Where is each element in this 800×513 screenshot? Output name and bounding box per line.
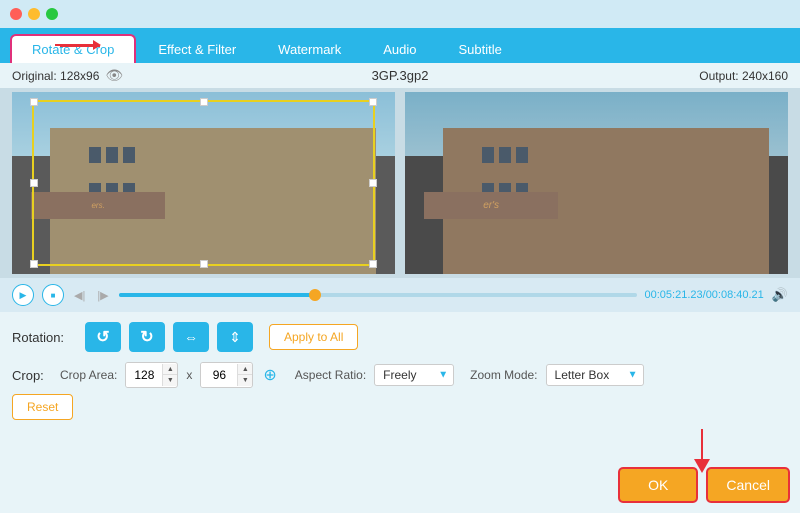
output-size: Output: 240x160 xyxy=(529,69,788,83)
playback-bar: ▶ ■ ◀| |▶ 00:05:21.23/00:08:40.21 🔊 xyxy=(0,278,800,312)
stop-button[interactable]: ■ xyxy=(42,284,64,306)
minimize-button[interactable] xyxy=(28,8,40,20)
cancel-button[interactable]: Cancel xyxy=(706,467,790,503)
crop-width-down[interactable]: ▼ xyxy=(163,375,177,386)
crop-handle-ml[interactable] xyxy=(30,179,38,187)
timeline-thumb[interactable] xyxy=(309,289,321,301)
zoom-mode-label: Zoom Mode: xyxy=(470,368,537,382)
play-icon: ▶ xyxy=(20,290,27,301)
rotation-label: Rotation: xyxy=(12,330,77,345)
flip-h-icon: ⇔ xyxy=(184,329,198,345)
crop-handle-mr[interactable] xyxy=(369,179,377,187)
crop-handle-br[interactable] xyxy=(369,260,377,268)
crop-handle-bm[interactable] xyxy=(200,260,208,268)
window-controls xyxy=(10,8,58,20)
reset-button[interactable]: Reset xyxy=(12,394,73,420)
preview-left: ers. xyxy=(12,92,395,274)
aspect-ratio-wrap: Freely 16:9 4:3 1:1 ▼ xyxy=(374,364,454,386)
stop-icon: ■ xyxy=(51,291,56,300)
next-frame-button[interactable]: |▶ xyxy=(95,287,110,304)
preview-area: ers. er's xyxy=(0,88,800,278)
tab-audio[interactable]: Audio xyxy=(363,36,436,63)
maximize-button[interactable] xyxy=(46,8,58,20)
crop-handle-tl[interactable] xyxy=(30,98,38,106)
zoom-mode-select[interactable]: Letter Box Pan & Scan Full xyxy=(546,364,644,386)
flip-v-icon: ⇕ xyxy=(229,329,241,346)
crop-handle-tm[interactable] xyxy=(200,98,208,106)
crop-width-input-wrap: ▲ ▼ xyxy=(125,362,178,388)
rotate-left-button[interactable]: ↺ xyxy=(85,322,121,352)
rotate-left-icon: ↺ xyxy=(96,327,109,347)
time-display: 00:05:21.23/00:08:40.21 xyxy=(645,289,764,301)
crop-width-input[interactable] xyxy=(126,363,162,387)
bottom-area: OK Cancel xyxy=(0,433,800,513)
prev-frame-button[interactable]: ◀| xyxy=(72,287,87,304)
controls-area: Rotation: ↺ ↻ ⇔ ⇕ Apply to All Crop: Cro… xyxy=(0,312,800,430)
arrow-indicator xyxy=(694,429,710,473)
rotate-right-icon: ↻ xyxy=(140,327,153,347)
tab-bar: Rotate & Crop Effect & Filter Watermark … xyxy=(0,28,800,63)
crop-overlay xyxy=(32,100,375,266)
zoom-mode-wrap: Letter Box Pan & Scan Full ▼ xyxy=(546,364,644,386)
crop-height-input[interactable] xyxy=(201,363,237,387)
title-bar xyxy=(0,0,800,28)
crop-width-spinner: ▲ ▼ xyxy=(162,364,177,386)
timeline-fill xyxy=(119,293,316,297)
apply-to-all-button[interactable]: Apply to All xyxy=(269,324,358,350)
filename: 3GP.3gp2 xyxy=(271,68,530,83)
center-icon[interactable]: ⊕ xyxy=(261,363,278,387)
crop-label: Crop: xyxy=(12,368,52,383)
play-button[interactable]: ▶ xyxy=(12,284,34,306)
timeline-track[interactable] xyxy=(119,293,637,297)
close-button[interactable] xyxy=(10,8,22,20)
crop-height-input-wrap: ▲ ▼ xyxy=(200,362,253,388)
video-info-bar: Original: 128x96 👁 3GP.3gp2 Output: 240x… xyxy=(0,63,800,88)
tab-effect-filter[interactable]: Effect & Filter xyxy=(138,36,256,63)
tab-watermark[interactable]: Watermark xyxy=(258,36,361,63)
preview-right: er's xyxy=(405,92,788,274)
rotate-right-button[interactable]: ↻ xyxy=(129,322,165,352)
arrow-shaft xyxy=(701,429,703,459)
crop-handle-tr[interactable] xyxy=(369,98,377,106)
tab-subtitle[interactable]: Subtitle xyxy=(439,36,522,63)
crop-row: Crop: Crop Area: ▲ ▼ x ▲ ▼ ⊕ Aspect Rati… xyxy=(12,362,788,388)
crop-height-spinner: ▲ ▼ xyxy=(237,364,252,386)
volume-icon[interactable]: 🔊 xyxy=(772,287,788,303)
aspect-ratio-label: Aspect Ratio: xyxy=(295,368,366,382)
ok-button[interactable]: OK xyxy=(618,467,698,503)
crop-width-up[interactable]: ▲ xyxy=(163,364,177,375)
x-separator: x xyxy=(186,368,192,382)
aspect-ratio-select[interactable]: Freely 16:9 4:3 1:1 xyxy=(374,364,454,386)
crop-handle-bl[interactable] xyxy=(30,260,38,268)
rotation-row: Rotation: ↺ ↻ ⇔ ⇕ Apply to All xyxy=(12,322,788,352)
building-visual-right: er's xyxy=(405,92,788,274)
eye-icon[interactable]: 👁 xyxy=(105,67,123,84)
crop-area-label: Crop Area: xyxy=(60,368,117,382)
flip-vertical-button[interactable]: ⇕ xyxy=(217,322,253,352)
flip-horizontal-button[interactable]: ⇔ xyxy=(173,322,209,352)
arrow-head xyxy=(694,459,710,473)
crop-height-up[interactable]: ▲ xyxy=(238,364,252,375)
original-size: Original: 128x96 👁 xyxy=(12,67,271,84)
crop-height-down[interactable]: ▼ xyxy=(238,375,252,386)
